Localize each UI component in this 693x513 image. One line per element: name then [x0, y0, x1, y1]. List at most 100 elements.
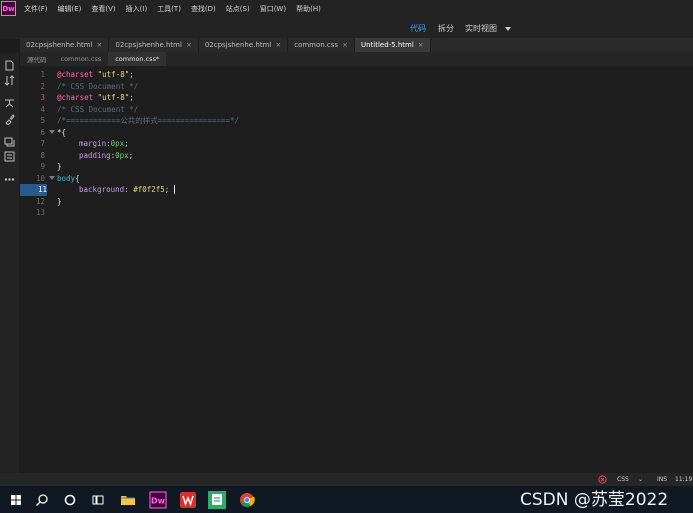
string-literal: "utf-8" [93, 70, 130, 79]
language-selector[interactable]: CSS [617, 476, 629, 483]
search-icon[interactable] [32, 490, 52, 510]
error-icon[interactable] [598, 475, 607, 484]
related-file-tab[interactable]: common.css [54, 52, 109, 66]
code-selector: *{ [57, 127, 67, 137]
code-comment: /* CSS Document */ [57, 81, 139, 91]
line-number: 10 [35, 173, 45, 183]
file-explorer-icon[interactable] [118, 490, 138, 510]
dom-tree-icon[interactable] [4, 98, 15, 109]
menu-insert[interactable]: 插入(I) [126, 4, 148, 14]
css-value: #f0f2f5 [133, 185, 165, 194]
doc-tab-label: 02cpsjshenhe.html [26, 41, 93, 49]
doc-tab[interactable]: 02cpsjshenhe.html × [20, 38, 110, 52]
assets-icon[interactable] [4, 151, 15, 162]
code-line-current: background: #f0f2f5; [79, 184, 169, 196]
line-number: 9 [40, 162, 45, 171]
punctuation: ; [129, 93, 134, 102]
chevron-down-icon[interactable]: ⌄ [638, 476, 643, 483]
insert-mode[interactable]: INS [657, 476, 667, 483]
css-property: padding [79, 150, 111, 160]
cursor-position: 11:19 [675, 476, 693, 483]
snippets-icon[interactable] [4, 136, 15, 147]
punctuation: ; [128, 150, 134, 160]
code-editor[interactable]: 1 2 3 4 5 6 7 8 9 10 11 12 13 @charset "… [20, 66, 693, 473]
line-number-current: 11 [20, 184, 47, 196]
wps-office-icon[interactable] [178, 490, 198, 510]
doc-tab[interactable]: common.css × [288, 38, 355, 52]
line-number: 1 [40, 70, 45, 79]
doc-tab[interactable]: 02cpsjshenhe.html × [198, 38, 289, 52]
menu-edit[interactable]: 编辑(E) [58, 4, 82, 14]
line-number: 3 [40, 93, 45, 102]
line-number: 2 [40, 81, 45, 91]
more-icon[interactable] [4, 174, 15, 185]
line-number: 5 [40, 116, 45, 125]
main-menu: 文件(F) 编辑(E) 查看(V) 插入(I) 工具(T) 查找(D) 站点(S… [24, 4, 331, 14]
punctuation: ; [164, 185, 170, 194]
line-number: 7 [40, 139, 45, 148]
doc-tab-label: 02cpsjshenhe.html [115, 41, 182, 49]
text-caret [174, 185, 175, 194]
code-comment: /*============公共的样式================*/ [57, 116, 239, 125]
css-property: background [79, 185, 125, 194]
line-number: 12 [35, 196, 45, 206]
brush-icon[interactable] [4, 114, 15, 125]
code-line: @charset "utf-8"; [57, 92, 134, 104]
chevron-down-icon[interactable] [505, 27, 511, 31]
cortana-icon[interactable] [60, 490, 80, 510]
punctuation: { [75, 173, 80, 183]
string-literal: "utf-8" [93, 93, 130, 102]
doc-tab[interactable]: 02cpsjshenhe.html × [109, 38, 199, 52]
at-rule-keyword: @charset [57, 93, 94, 102]
view-split-button[interactable]: 拆分 [438, 23, 454, 34]
windows-start-icon[interactable] [6, 490, 26, 510]
css-property: margin [79, 139, 107, 148]
wechat-work-icon[interactable] [207, 490, 227, 510]
document-tabs: 02cpsjshenhe.html × 02cpsjshenhe.html × 02… [20, 38, 693, 52]
menu-tools[interactable]: 工具(T) [157, 4, 181, 14]
menu-bar: Dw 文件(F) 编辑(E) 查看(V) 插入(I) 工具(T) 查找(D) 站… [0, 0, 693, 17]
dreamweaver-taskbar-icon[interactable]: Dw [148, 490, 168, 510]
close-icon[interactable]: × [97, 41, 103, 49]
code-brace: } [57, 196, 62, 206]
doc-tab-active[interactable]: Untitled-5.html × [354, 38, 431, 52]
fold-toggle-icon[interactable] [49, 130, 55, 134]
csdn-watermark: CSDN @苏莹2022 [520, 490, 669, 510]
menu-window[interactable]: 窗口(W) [260, 4, 286, 14]
close-icon[interactable]: × [418, 41, 424, 49]
css-value: 0px [110, 139, 125, 148]
code-line: body{ [57, 173, 80, 185]
css-value: 0px [115, 150, 129, 160]
menu-file[interactable]: 文件(F) [24, 4, 48, 14]
doc-tab-label: 02cpsjshenhe.html [204, 41, 272, 49]
punctuation: ; [124, 139, 129, 148]
line-gutter: 1 2 3 4 5 6 7 8 9 10 11 12 13 [20, 66, 57, 473]
code-line: margin:0px; [79, 138, 129, 150]
close-icon[interactable]: × [186, 41, 192, 49]
view-code-button[interactable]: 代码 [410, 23, 426, 34]
chrome-icon[interactable] [237, 490, 257, 510]
svg-text:Dw: Dw [151, 497, 166, 506]
file-icon[interactable] [4, 60, 15, 71]
line-number: 4 [40, 104, 45, 114]
source-code-tab[interactable]: 源代码 [20, 52, 54, 66]
menu-site[interactable]: 站点(S) [226, 4, 250, 14]
punctuation: ; [129, 70, 134, 79]
menu-view[interactable]: 查看(V) [91, 4, 115, 14]
left-toolbar [0, 53, 19, 473]
dreamweaver-logo: Dw [1, 1, 16, 16]
sort-arrows-icon[interactable] [4, 75, 15, 86]
code-comment: /* CSS Document */ [57, 104, 139, 114]
view-live-button[interactable]: 实时视图 [465, 23, 497, 34]
task-view-icon[interactable] [88, 490, 108, 510]
close-icon[interactable]: × [275, 41, 281, 49]
punctuation: : [124, 185, 134, 194]
doc-tab-label: Untitled-5.html [360, 41, 414, 49]
menu-find[interactable]: 查找(D) [191, 4, 216, 14]
code-line: padding:0px; [79, 150, 133, 162]
close-icon[interactable]: × [342, 41, 348, 49]
line-number: 8 [40, 150, 45, 160]
fold-toggle-icon[interactable] [49, 176, 55, 180]
related-file-tab-active[interactable]: common.css* [108, 52, 167, 66]
menu-help[interactable]: 帮助(H) [296, 4, 321, 14]
